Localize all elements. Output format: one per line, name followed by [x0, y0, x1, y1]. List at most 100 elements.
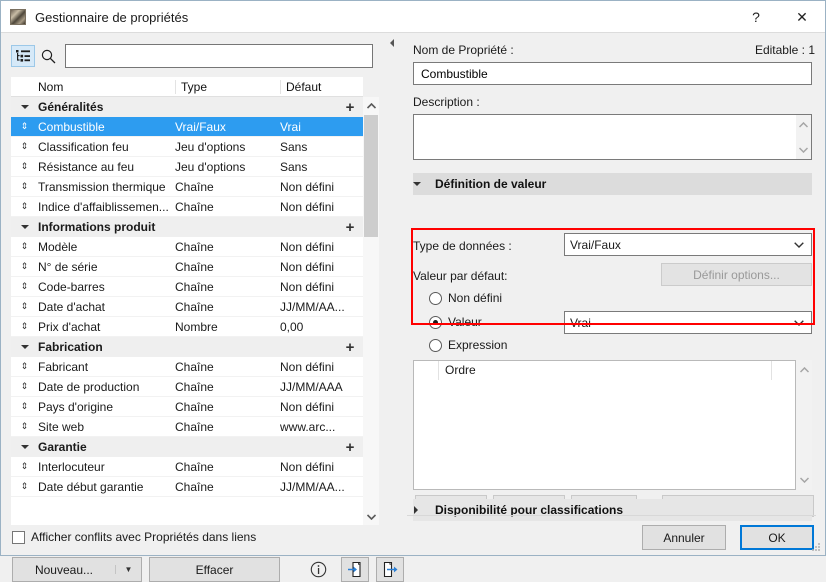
- section-value-definition[interactable]: Définition de valeur: [413, 173, 812, 195]
- table-row[interactable]: ⇕ Indice d'affaiblissemen... Chaîne Non …: [11, 197, 363, 217]
- reorder-handle-icon[interactable]: ⇕: [11, 142, 38, 151]
- reorder-handle-icon[interactable]: ⇕: [11, 462, 38, 471]
- reorder-handle-icon[interactable]: ⇕: [11, 302, 38, 311]
- data-type-select[interactable]: Vrai/Faux: [564, 233, 812, 256]
- collapse-panel-icon[interactable]: [389, 39, 395, 47]
- reorder-handle-icon[interactable]: ⇕: [11, 202, 38, 211]
- radio-value[interactable]: [429, 315, 442, 329]
- table-row[interactable]: ⇕ Transmission thermique Chaîne Non défi…: [11, 177, 363, 197]
- table-row[interactable]: ⇕ Interlocuteur Chaîne Non défini: [11, 457, 363, 477]
- cancel-button[interactable]: Annuler: [642, 525, 726, 550]
- chevron-right-icon[interactable]: [413, 506, 435, 514]
- description-scrollbar[interactable]: [796, 115, 811, 159]
- info-icon[interactable]: [304, 557, 332, 582]
- scroll-up-icon[interactable]: [796, 117, 811, 132]
- column-header-name[interactable]: Nom: [38, 80, 175, 94]
- export-icon[interactable]: [376, 557, 404, 582]
- ok-button[interactable]: OK: [740, 525, 814, 550]
- show-conflicts-checkbox-row[interactable]: Afficher conflits avec Propriétés dans l…: [12, 530, 256, 544]
- table-row[interactable]: ⇕ Fabricant Chaîne Non défini: [11, 357, 363, 377]
- table-row[interactable]: ⇕ Code-barres Chaîne Non défini: [11, 277, 363, 297]
- chevron-down-icon[interactable]: [794, 241, 804, 248]
- new-button[interactable]: Nouveau... ▼: [12, 557, 142, 582]
- radio-undefined-row[interactable]: Non défini: [429, 291, 502, 305]
- reorder-handle-icon[interactable]: ⇕: [11, 282, 38, 291]
- table-row[interactable]: ⇕ Date de production Chaîne JJ/MM/AAA: [11, 377, 363, 397]
- search-icon[interactable]: [35, 49, 61, 64]
- search-input[interactable]: [71, 46, 372, 66]
- scroll-up-icon[interactable]: [796, 362, 812, 378]
- reorder-handle-icon[interactable]: ⇕: [11, 262, 38, 271]
- import-icon[interactable]: [341, 557, 369, 582]
- section-availability[interactable]: Disponibilité pour classifications: [413, 499, 812, 521]
- reorder-handle-icon[interactable]: ⇕: [11, 402, 38, 411]
- table-row[interactable]: ⇕ Classification feu Jeu d'options Sans: [11, 137, 363, 157]
- table-row[interactable]: ⇕ Résistance au feu Jeu d'options Sans: [11, 157, 363, 177]
- expression-list-scrollbar[interactable]: [796, 360, 812, 490]
- chevron-down-icon[interactable]: [11, 224, 38, 230]
- group-row-garantie[interactable]: Garantie +: [11, 437, 363, 457]
- property-name-input[interactable]: [419, 65, 811, 82]
- add-property-icon[interactable]: +: [337, 100, 363, 115]
- column-header-type[interactable]: Type: [175, 79, 280, 94]
- scroll-down-icon[interactable]: [796, 472, 812, 488]
- scroll-down-icon[interactable]: [796, 142, 811, 157]
- search-field-wrapper[interactable]: [65, 44, 373, 68]
- chevron-down-icon[interactable]: [794, 319, 804, 326]
- table-row[interactable]: ⇕ N° de série Chaîne Non défini: [11, 257, 363, 277]
- add-property-icon[interactable]: +: [337, 440, 363, 455]
- property-name-field-wrapper[interactable]: [413, 62, 812, 85]
- close-icon[interactable]: ✕: [779, 1, 825, 33]
- scroll-down-icon[interactable]: [363, 508, 379, 525]
- radio-value-row[interactable]: Valeur: [429, 315, 482, 329]
- group-row-fabrication[interactable]: Fabrication +: [11, 337, 363, 357]
- radio-expression-row[interactable]: Expression: [429, 338, 507, 352]
- scroll-up-icon[interactable]: [363, 97, 379, 114]
- table-row[interactable]: ⇕ Site web Chaîne www.arc...: [11, 417, 363, 437]
- table-row[interactable]: ⇕ Prix d'achat Nombre 0,00: [11, 317, 363, 337]
- table-row[interactable]: ⇕ Date début garantie Chaîne JJ/MM/AA...: [11, 477, 363, 497]
- column-header-default[interactable]: Défaut: [280, 79, 363, 94]
- reorder-handle-icon[interactable]: ⇕: [11, 362, 38, 371]
- chevron-down-icon[interactable]: [11, 104, 38, 110]
- expression-col-ordre[interactable]: Ordre: [439, 363, 771, 377]
- chevron-down-icon[interactable]: [11, 344, 38, 350]
- chevron-down-icon[interactable]: [11, 444, 38, 450]
- row-name: N° de série: [38, 259, 98, 274]
- description-textarea[interactable]: [414, 115, 796, 159]
- resize-grip-icon[interactable]: [812, 543, 821, 552]
- table-row[interactable]: ⇕ Modèle Chaîne Non défini: [11, 237, 363, 257]
- reorder-handle-icon[interactable]: ⇕: [11, 162, 38, 171]
- delete-button[interactable]: Effacer: [149, 557, 280, 582]
- scrollbar-thumb[interactable]: [364, 115, 378, 237]
- chevron-down-icon[interactable]: [413, 181, 435, 187]
- reorder-handle-icon[interactable]: ⇕: [11, 322, 38, 331]
- table-row[interactable]: ⇕ Pays d'origine Chaîne Non défini: [11, 397, 363, 417]
- add-property-icon[interactable]: +: [337, 220, 363, 235]
- reorder-handle-icon[interactable]: ⇕: [11, 382, 38, 391]
- chevron-down-icon[interactable]: ▼: [115, 565, 141, 574]
- reorder-handle-icon[interactable]: ⇕: [11, 422, 38, 431]
- list-scrollbar[interactable]: [363, 97, 379, 525]
- help-button[interactable]: ?: [733, 1, 779, 33]
- add-property-icon[interactable]: +: [337, 340, 363, 355]
- properties-list[interactable]: Généralités + ⇕ Combustible Vrai/Faux Vr…: [11, 97, 363, 525]
- show-conflicts-checkbox[interactable]: [12, 530, 25, 544]
- group-row-informations-produit[interactable]: Informations produit +: [11, 217, 363, 237]
- reorder-handle-icon[interactable]: ⇕: [11, 182, 38, 191]
- panel-splitter[interactable]: [385, 33, 399, 555]
- reorder-handle-icon[interactable]: ⇕: [11, 482, 38, 491]
- tree-view-icon[interactable]: [11, 45, 35, 67]
- radio-expression[interactable]: [429, 338, 442, 352]
- reorder-handle-icon[interactable]: ⇕: [11, 122, 38, 131]
- define-options-button[interactable]: Définir options...: [661, 263, 812, 286]
- expression-list[interactable]: Ordre: [413, 360, 796, 490]
- row-default: Non défini: [280, 459, 335, 474]
- group-row-generalites[interactable]: Généralités +: [11, 97, 363, 117]
- radio-undefined[interactable]: [429, 291, 442, 305]
- table-row[interactable]: ⇕ Combustible Vrai/Faux Vrai: [11, 117, 363, 137]
- description-field-wrapper[interactable]: [413, 114, 812, 160]
- default-value-select[interactable]: Vrai: [564, 311, 812, 334]
- reorder-handle-icon[interactable]: ⇕: [11, 242, 38, 251]
- table-row[interactable]: ⇕ Date d'achat Chaîne JJ/MM/AA...: [11, 297, 363, 317]
